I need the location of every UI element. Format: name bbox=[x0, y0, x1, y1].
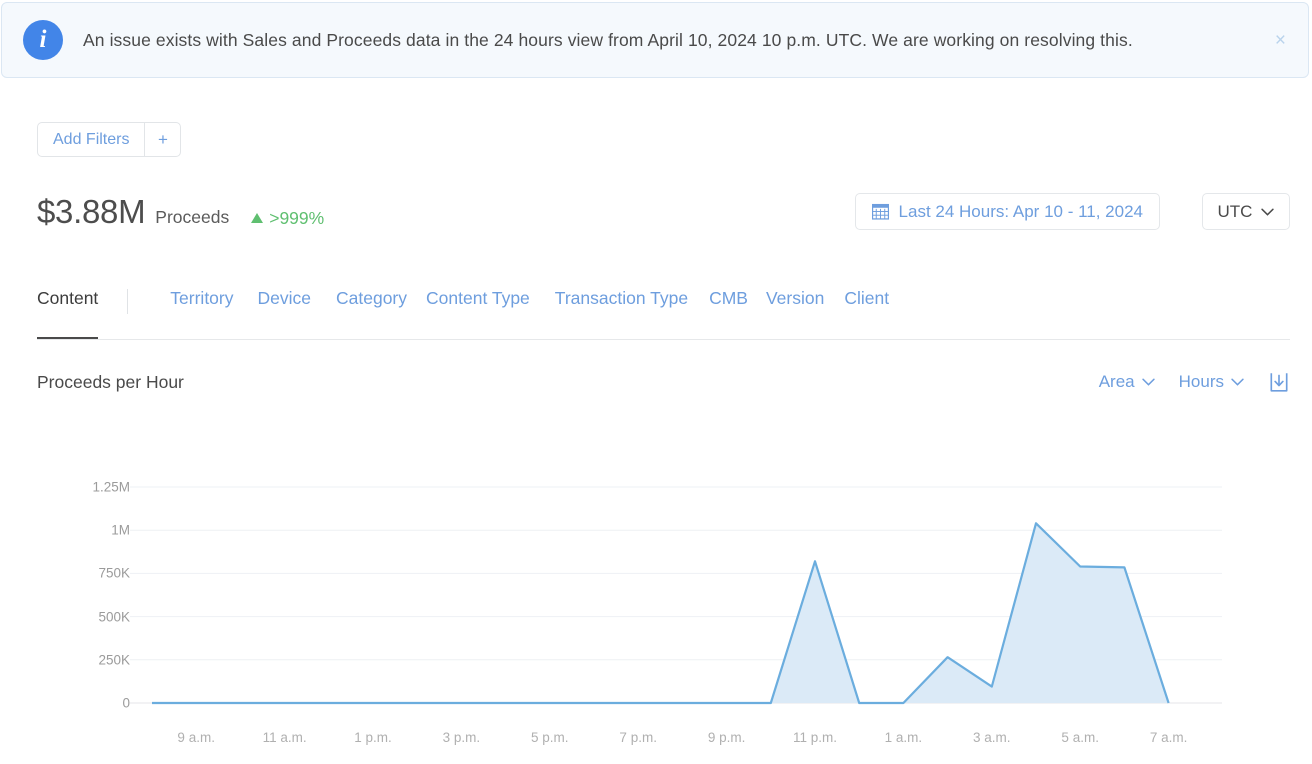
tab-device[interactable]: Device bbox=[258, 282, 312, 339]
tab-divider bbox=[127, 289, 128, 314]
banner-message: An issue exists with Sales and Proceeds … bbox=[83, 30, 1275, 51]
tab-version[interactable]: Version bbox=[766, 282, 824, 339]
x-tick-label: 1 p.m. bbox=[354, 730, 392, 745]
close-icon[interactable]: × bbox=[1275, 31, 1286, 50]
chart-type-label: Area bbox=[1099, 372, 1135, 392]
x-tick-label: 3 a.m. bbox=[973, 730, 1011, 745]
x-tick-label: 5 p.m. bbox=[531, 730, 569, 745]
date-range-label: Last 24 Hours: Apr 10 - 11, 2024 bbox=[899, 202, 1143, 222]
tab-territory[interactable]: Territory bbox=[170, 282, 233, 339]
y-tick-label: 1M bbox=[111, 523, 130, 538]
x-tick-label: 3 p.m. bbox=[443, 730, 481, 745]
y-tick-label: 1.25M bbox=[92, 480, 130, 495]
add-filters-button[interactable]: Add Filters bbox=[38, 123, 144, 156]
chevron-down-icon bbox=[1261, 208, 1274, 216]
tab-content[interactable]: Content bbox=[37, 282, 98, 339]
chart-canvas: 0 250K 500K 750K 1M 1.25M 9 a.m. 11 a.m. 1 p.m.… bbox=[0, 440, 1312, 759]
trend-up-icon bbox=[251, 213, 263, 223]
granularity-selector[interactable]: Hours bbox=[1179, 372, 1244, 392]
tab-content-type[interactable]: Content Type bbox=[426, 282, 530, 339]
x-tick-label: 11 a.m. bbox=[263, 730, 307, 745]
chevron-down-icon bbox=[1142, 378, 1155, 386]
chart-type-selector[interactable]: Area bbox=[1099, 372, 1155, 392]
x-tick-label: 11 p.m. bbox=[793, 730, 837, 745]
date-range-picker[interactable]: Last 24 Hours: Apr 10 - 11, 2024 bbox=[855, 193, 1160, 230]
tab-bar: Content Territory Device Category Content Ty… bbox=[37, 282, 1290, 340]
x-tick-label: 7 p.m. bbox=[619, 730, 657, 745]
chart-title: Proceeds per Hour bbox=[37, 372, 184, 393]
info-banner: i An issue exists with Sales and Proceed… bbox=[1, 2, 1309, 78]
x-tick-label: 7 a.m. bbox=[1150, 730, 1188, 745]
calendar-icon bbox=[872, 203, 889, 220]
tab-category[interactable]: Category bbox=[336, 282, 407, 339]
export-icon[interactable] bbox=[1268, 371, 1290, 393]
x-tick-label: 9 p.m. bbox=[708, 730, 746, 745]
tab-transaction-type[interactable]: Transaction Type bbox=[555, 282, 688, 339]
tab-client[interactable]: Client bbox=[844, 282, 889, 339]
area-chart bbox=[0, 440, 1312, 759]
kpi-delta-value: >999% bbox=[269, 208, 324, 229]
y-tick-label: 0 bbox=[122, 696, 130, 711]
y-tick-label: 750K bbox=[98, 566, 130, 581]
filters-control: Add Filters + bbox=[37, 122, 181, 157]
timezone-value: UTC bbox=[1218, 202, 1253, 222]
add-filter-plus-icon[interactable]: + bbox=[144, 123, 180, 156]
info-icon: i bbox=[23, 20, 63, 60]
chart-header: Proceeds per Hour Area Hours bbox=[37, 366, 1290, 398]
kpi-label: Proceeds bbox=[155, 207, 229, 228]
y-tick-label: 250K bbox=[98, 652, 130, 667]
x-tick-label: 9 a.m. bbox=[177, 730, 215, 745]
kpi-row: $3.88M Proceeds >999% Last 24 Hours: Apr… bbox=[37, 193, 1290, 241]
chevron-down-icon bbox=[1231, 378, 1244, 386]
x-tick-label: 1 a.m. bbox=[885, 730, 923, 745]
kpi-value: $3.88M bbox=[37, 193, 145, 231]
area-fill bbox=[152, 523, 1169, 703]
timezone-selector[interactable]: UTC bbox=[1202, 193, 1290, 230]
chart-controls: Area Hours bbox=[1099, 371, 1290, 393]
tab-cmb[interactable]: CMB bbox=[709, 282, 748, 339]
kpi-delta: >999% bbox=[251, 208, 324, 229]
x-tick-label: 5 a.m. bbox=[1061, 730, 1099, 745]
y-tick-label: 500K bbox=[98, 609, 130, 624]
granularity-label: Hours bbox=[1179, 372, 1224, 392]
